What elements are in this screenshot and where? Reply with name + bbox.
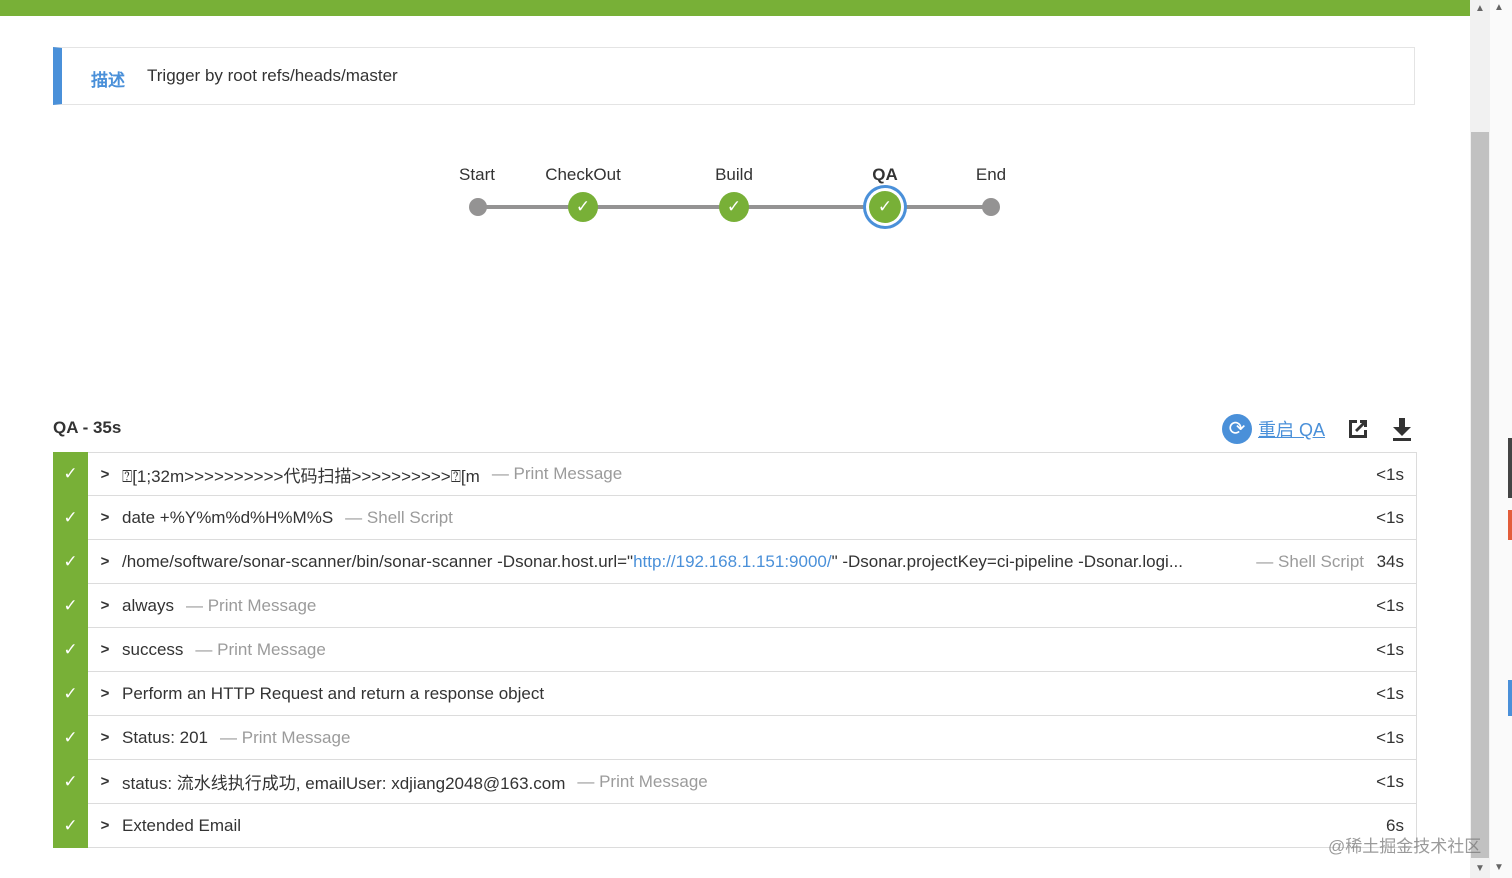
step-duration: <1s <box>1376 465 1404 484</box>
step-type: — Print Message <box>491 464 623 483</box>
stage-node-build[interactable]: ✓ <box>719 192 749 222</box>
stage-label-qa[interactable]: QA <box>872 165 898 185</box>
step-text: Status: 201 <box>122 727 209 747</box>
stage-node-start[interactable] <box>469 198 487 216</box>
restart-icon[interactable]: ⟳ <box>1222 414 1252 444</box>
step-text: status: 流水线执行成功, emailUser: xdjiang2048@… <box>122 774 566 793</box>
restart-stage-button[interactable]: ⟳ 重启 QA <box>1222 414 1325 444</box>
check-icon: ✓ <box>53 671 88 716</box>
check-icon: ✓ <box>53 803 88 848</box>
step-duration: 34s <box>1376 552 1404 571</box>
scroll-up-icon[interactable]: ▲ <box>1470 0 1490 18</box>
scroll-down-icon[interactable]: ▼ <box>1494 862 1504 873</box>
step-duration: <1s <box>1376 772 1404 791</box>
step-row[interactable]: ✓ > ⍰[1;32m>>>>>>>>>>代码扫描>>>>>>>>>>⍰[m —… <box>53 452 1417 496</box>
check-icon: ✓ <box>726 197 742 216</box>
step-row[interactable]: ✓ > /home/software/sonar-scanner/bin/son… <box>53 539 1417 584</box>
step-text: Perform an HTTP Request and return a res… <box>122 683 545 703</box>
open-external-icon[interactable] <box>1343 414 1373 444</box>
chevron-right-icon[interactable]: > <box>88 729 122 746</box>
scrollbar-thumb[interactable] <box>1471 132 1489 858</box>
description-text: Trigger by root refs/heads/master <box>147 66 398 85</box>
description-label: 描述 <box>91 71 125 90</box>
check-icon: ✓ <box>53 495 88 540</box>
step-row[interactable]: ✓ > success — Print Message <1s <box>53 627 1417 672</box>
step-text: date +%Y%m%d%H%M%S <box>122 507 334 527</box>
scroll-marker <box>1508 438 1512 498</box>
stage-label-start[interactable]: Start <box>459 165 495 185</box>
stage-node-qa[interactable]: ✓ <box>869 191 901 223</box>
step-group-title: QA - 35s <box>53 418 122 437</box>
step-row[interactable]: ✓ > always — Print Message <1s <box>53 583 1417 628</box>
chevron-right-icon[interactable]: > <box>88 817 122 834</box>
scroll-up-icon[interactable]: ▲ <box>1494 2 1504 13</box>
step-type: — Print Message <box>220 727 351 747</box>
stage-node-checkout[interactable]: ✓ <box>568 192 598 222</box>
step-text-suffix: " -Dsonar.projectKey=ci-pipeline -Dsonar… <box>831 551 1184 571</box>
scroll-down-icon[interactable]: ▼ <box>1470 860 1490 878</box>
stage-label-checkout[interactable]: CheckOut <box>545 165 621 185</box>
step-row[interactable]: ✓ > date +%Y%m%d%H%M%S — Shell Script <1… <box>53 495 1417 540</box>
check-icon: ✓ <box>53 759 88 804</box>
check-icon: ✓ <box>53 715 88 760</box>
download-icon[interactable] <box>1387 414 1417 444</box>
step-text-prefix: /home/software/sonar-scanner/bin/sonar-s… <box>122 551 634 571</box>
step-duration: <1s <box>1376 684 1404 703</box>
check-icon: ✓ <box>53 539 88 584</box>
step-type: — Print Message <box>185 595 317 615</box>
steps-list: ✓ > ⍰[1;32m>>>>>>>>>>代码扫描>>>>>>>>>>⍰[m —… <box>53 452 1417 848</box>
chevron-right-icon[interactable]: > <box>88 509 122 526</box>
step-duration: <1s <box>1376 508 1404 527</box>
step-text: Extended Email <box>122 815 242 835</box>
check-icon: ✓ <box>53 583 88 628</box>
chevron-right-icon[interactable]: > <box>88 641 122 658</box>
step-text: always <box>122 595 174 615</box>
scroll-marker <box>1508 510 1512 540</box>
step-row[interactable]: ✓ > Status: 201 — Print Message <1s <box>53 715 1417 760</box>
step-type: — Shell Script <box>345 507 453 527</box>
step-duration: <1s <box>1376 596 1404 615</box>
stage-node-end[interactable] <box>982 198 1000 216</box>
chevron-right-icon[interactable]: > <box>88 773 122 790</box>
stage-label-end[interactable]: End <box>976 165 1006 185</box>
step-row[interactable]: ✓ > status: 流水线执行成功, emailUser: xdjiang2… <box>53 759 1417 804</box>
step-duration: <1s <box>1376 728 1404 747</box>
step-type: — Print Message <box>577 771 708 791</box>
step-type: — Shell Script <box>1256 552 1364 571</box>
top-status-bar <box>0 0 1470 16</box>
chevron-right-icon[interactable]: > <box>88 553 122 570</box>
check-icon: ✓ <box>575 197 591 216</box>
scroll-marker <box>1508 680 1512 716</box>
chevron-right-icon[interactable]: > <box>88 597 122 614</box>
step-type: — Print Message <box>195 639 326 659</box>
watermark: @稀土掘金技术社区 <box>1328 837 1482 856</box>
description-card: 描述 Trigger by root refs/heads/master <box>53 47 1415 105</box>
step-duration: <1s <box>1376 640 1404 659</box>
check-icon: ✓ <box>53 452 88 496</box>
step-text: ⍰[1;32m>>>>>>>>>>代码扫描>>>>>>>>>>⍰[m <box>122 466 480 486</box>
step-row[interactable]: ✓ > Perform an HTTP Request and return a… <box>53 671 1417 716</box>
step-text: /home/software/sonar-scanner/bin/sonar-s… <box>122 552 1183 572</box>
chevron-right-icon[interactable]: > <box>88 466 122 483</box>
step-text: success <box>122 639 184 659</box>
step-url-link[interactable]: http://192.168.1.151:9000/ <box>633 552 832 571</box>
chevron-right-icon[interactable]: > <box>88 685 122 702</box>
check-icon: ✓ <box>53 627 88 672</box>
check-icon: ✓ <box>877 197 893 216</box>
step-row[interactable]: ✓ > Extended Email 6s <box>53 803 1417 848</box>
restart-stage-link[interactable]: 重启 QA <box>1258 416 1325 442</box>
stage-label-build[interactable]: Build <box>715 165 753 185</box>
